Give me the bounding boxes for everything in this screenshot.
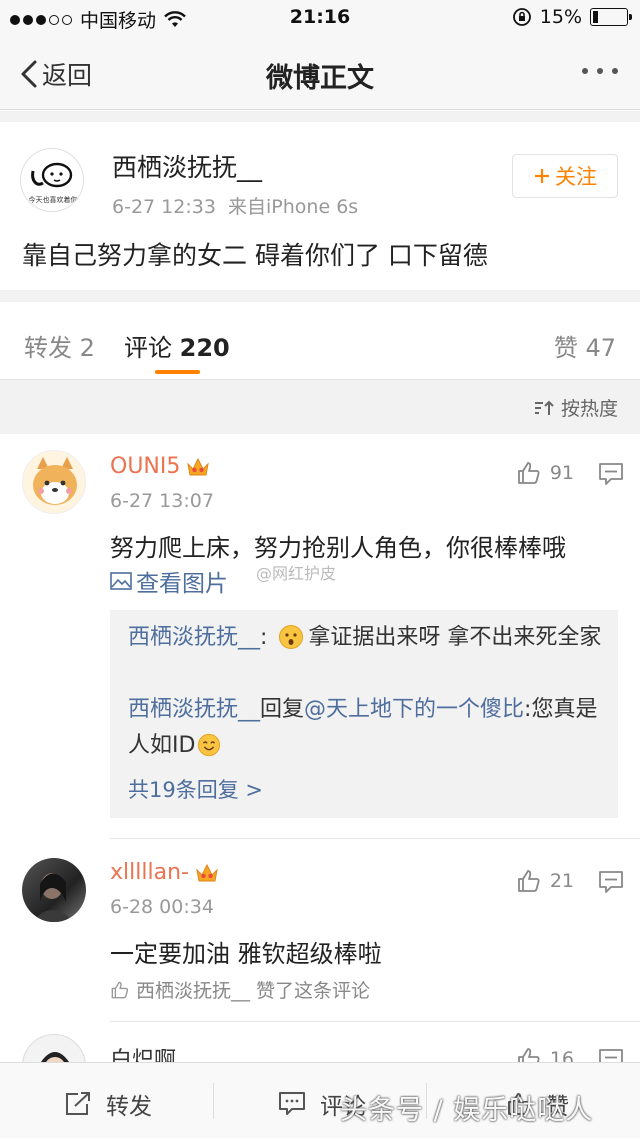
post-author-avatar[interactable]: 今天也喜欢着你 (20, 148, 84, 212)
liked-by-name[interactable]: 西栖淡抚抚__ (136, 976, 250, 1003)
active-tab-indicator (155, 370, 200, 374)
tab-like-count: 47 (585, 334, 616, 362)
surprised-emoji-icon (279, 625, 304, 649)
comment-author-name: xlllllan- (110, 860, 189, 885)
sort-icon (534, 400, 554, 415)
comment-time: 6-28 00:34 (110, 896, 214, 918)
section-gap (0, 111, 640, 122)
comment-like-count: 16 (549, 1048, 574, 1062)
sub-reply-sep: : (260, 625, 275, 650)
comment-avatar[interactable] (22, 858, 86, 922)
smile-emoji-icon (198, 733, 221, 757)
crown-badge-icon (196, 863, 218, 881)
comment-like-count: 91 (549, 462, 574, 484)
sort-label: 按热度 (560, 398, 618, 420)
tab-comment-count: 220 (179, 334, 230, 362)
comment-author[interactable]: xlllllan- (110, 860, 219, 885)
crown-badge-icon (187, 457, 210, 475)
tab-repost-label: 转发 (24, 334, 72, 362)
orientation-lock-icon (512, 8, 531, 26)
status-bar: 中国移动 21:16 15% (0, 0, 640, 38)
source-watermark: 头条号 / 娱乐哒哒人 (340, 1095, 594, 1126)
comment-time: 6-27 13:07 (110, 490, 214, 512)
post-date: 6-27 12:33 (112, 196, 216, 218)
sub-reply-text: 拿证据出来呀 拿不出来死全家 (308, 625, 602, 650)
sub-reply-mid: 回复 (260, 697, 305, 722)
liked-by-notice: 西栖淡抚抚__ 赞了这条评论 (110, 976, 370, 1003)
plus-icon (535, 169, 549, 183)
comment-text: 努力爬上床，努力抢别人角色，你很棒棒哦 (110, 534, 566, 562)
comment-avatar[interactable] (22, 450, 86, 514)
photo-avatar-icon (41, 1052, 69, 1062)
more-dot-icon (597, 68, 603, 74)
sort-button[interactable]: 按热度 (533, 394, 618, 421)
post-source: 来自iPhone 6s (228, 196, 359, 218)
section-gap (0, 290, 640, 302)
comment-text: 一定要加油 雅钦超级棒啦 (110, 940, 382, 968)
tab-comment[interactable]: 评论 220 (124, 328, 230, 363)
battery-percent: 15% (539, 6, 582, 28)
image-watermark: @网红护皮 (256, 564, 337, 583)
comment-icon (279, 1092, 305, 1115)
tab-comment-label: 评论 (124, 334, 172, 362)
status-right: 15% (512, 6, 632, 28)
view-image-label: 查看图片 (136, 571, 228, 597)
thumbs-up-icon (517, 1048, 540, 1062)
sort-bar: 按热度 (0, 380, 640, 434)
comment-like-button[interactable]: 91 (516, 460, 574, 486)
thumbs-up-icon (517, 870, 540, 892)
sub-reply-item[interactable]: 西栖淡抚抚__: 拿证据出来呀 拿不出来死全家 (128, 620, 608, 656)
thumbs-up-icon (111, 981, 129, 998)
post-tabs: 转发 2 评论 220 赞 47 (0, 302, 640, 380)
avatar-caption: 今天也喜欢着你 (28, 196, 78, 204)
comment-author[interactable]: OUNI5 (110, 454, 210, 479)
tab-like-label: 赞 (553, 334, 578, 362)
more-dot-icon (582, 68, 588, 74)
more-replies-link[interactable]: 共19条回复 > (128, 774, 263, 804)
weibo-post: 今天也喜欢着你 西栖淡抚抚__ 6-27 12:33 来自iPhone 6s 关… (0, 122, 640, 290)
comment-author-name: OUNI5 (110, 454, 181, 479)
comment-author[interactable]: 白炽啊 (110, 1042, 176, 1062)
repost-icon (66, 1092, 90, 1115)
comment-like-button[interactable]: 16 (516, 1046, 574, 1062)
more-options-button[interactable] (582, 68, 618, 74)
nav-bar: 返回 微博正文 (0, 38, 640, 110)
comment-like-count: 21 (549, 870, 574, 892)
sub-reply-mention[interactable]: @天上地下的一个傻比 (304, 697, 524, 722)
view-image-link[interactable]: 查看图片 (110, 564, 228, 598)
sub-reply-item[interactable]: 西栖淡抚抚__回复@天上地下的一个傻比:您真是人如ID (128, 692, 608, 764)
reply-comment-icon[interactable] (598, 462, 624, 486)
post-meta: 6-27 12:33 来自iPhone 6s (112, 192, 358, 219)
post-author-name[interactable]: 西栖淡抚抚__ (112, 148, 262, 184)
reply-comment-icon[interactable] (598, 1048, 624, 1062)
repost-label: 转发 (106, 1094, 152, 1120)
comment-avatar[interactable] (22, 1034, 86, 1062)
comment-divider (110, 838, 640, 839)
more-dot-icon (612, 68, 618, 74)
page-title: 微博正文 (266, 63, 374, 94)
repost-button[interactable]: 转发 (64, 1087, 152, 1121)
sub-replies-box: 西栖淡抚抚__: 拿证据出来呀 拿不出来死全家 西栖淡抚抚__回复@天上地下的一… (110, 610, 618, 818)
tab-repost[interactable]: 转发 2 (24, 328, 95, 363)
comment-item: xlllllan- 6-28 00:34 21 一定要加油 雅钦超级棒啦 西栖淡… (0, 840, 640, 1022)
thumbs-up-icon (517, 462, 540, 484)
comment-item: 白炽啊 16 (0, 1022, 640, 1062)
photo-avatar-icon (32, 873, 74, 922)
cartoon-dog-avatar-icon (33, 457, 77, 505)
tab-like[interactable]: 赞 47 (554, 328, 616, 363)
reply-comment-icon[interactable] (598, 870, 624, 894)
follow-button[interactable]: 关注 (512, 154, 618, 198)
comment-item: OUNI5 6-27 13:07 91 努力爬上床，努力抢别人角色，你很棒棒哦 … (0, 434, 640, 839)
image-icon (110, 572, 132, 590)
post-text: 靠自己努力拿的女二 碍着你们了 口下留德 (22, 241, 488, 270)
liked-by-text: 赞了这条评论 (256, 980, 371, 1002)
comment-like-button[interactable]: 21 (516, 868, 574, 894)
toolbar-separator (213, 1083, 214, 1119)
sub-reply-author[interactable]: 西栖淡抚抚__ (128, 625, 260, 650)
follow-label: 关注 (555, 165, 597, 189)
comment-author-name: 白炽啊 (110, 1048, 177, 1062)
tab-repost-count: 2 (79, 334, 95, 362)
battery-icon (590, 8, 632, 26)
sub-reply-author[interactable]: 西栖淡抚抚__ (128, 697, 260, 722)
